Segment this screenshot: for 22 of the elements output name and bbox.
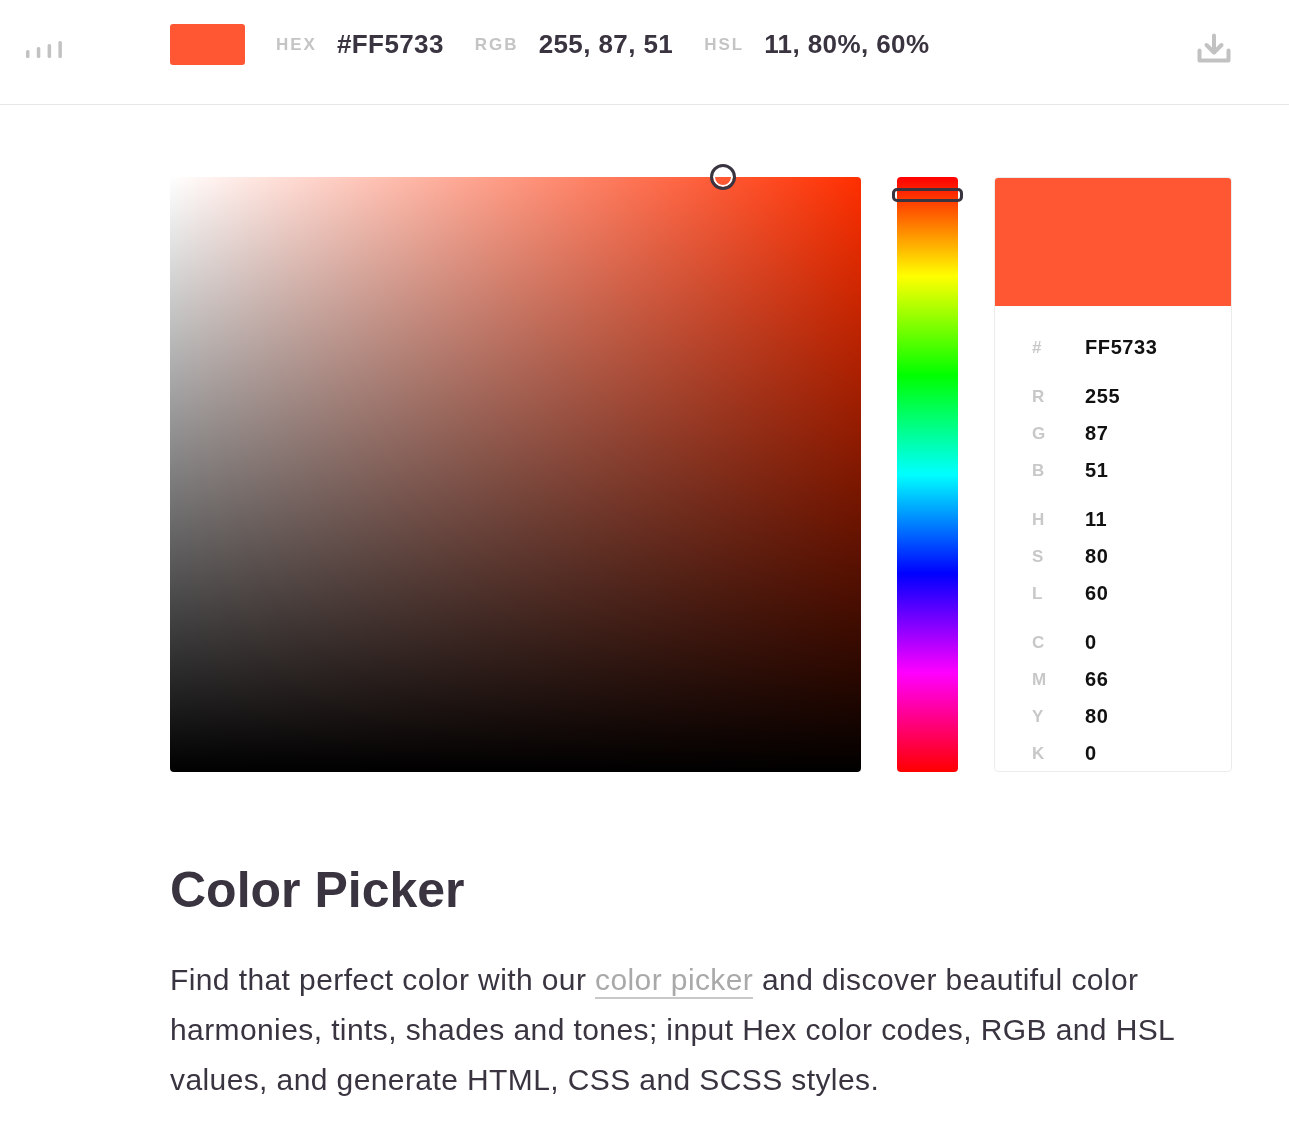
value-input[interactable]: 66 [1085,668,1109,691]
format-label: HSL [704,34,745,55]
page-title: Color Picker [170,861,466,920]
value-input[interactable]: 0 [1085,631,1097,654]
format-value: 255, 87, 51 [538,29,674,60]
format-value: #FF5733 [336,29,444,60]
intro-paragraph: Find that perfect color with our color picker and discover beautiful color harmonies, tints, shades and tones; input Hex color codes, RGB and HSL values, and generate HTML, CSS and SCSS styles. [170,962,1176,1098]
value-input[interactable]: 0 [1085,742,1097,765]
hue-slider-handle[interactable] [892,188,963,203]
value-input[interactable]: 80 [1085,545,1109,568]
value-input[interactable]: 51 [1085,459,1109,482]
value-input[interactable]: 87 [1085,422,1109,445]
value-input[interactable]: 255 [1085,385,1121,408]
format-value: 11, 80%, 60% [764,29,930,60]
format-label: HEX [276,34,317,55]
picker-cursor[interactable] [709,164,736,190]
value-input[interactable]: 80 [1085,705,1109,728]
format-label: RGB [474,34,519,55]
value-input[interactable]: 11 [1085,508,1108,531]
channel-label: # [1032,337,1043,358]
value-input[interactable]: 60 [1085,582,1109,605]
value-input[interactable]: FF5733 [1085,336,1158,359]
